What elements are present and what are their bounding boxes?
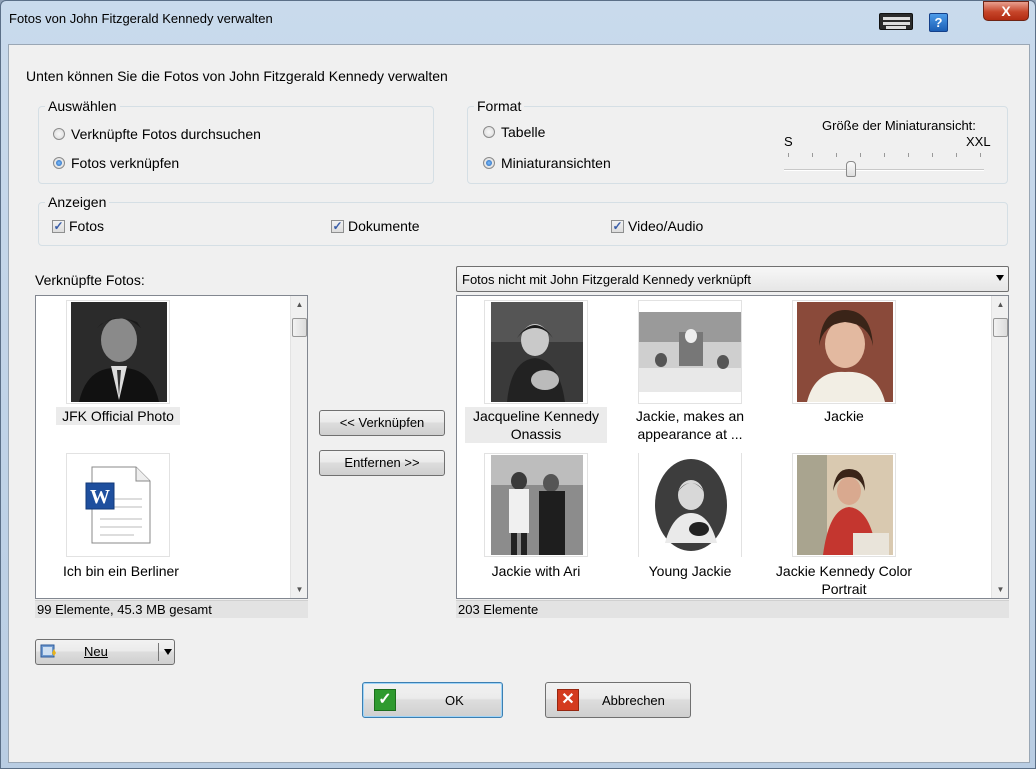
- svg-text:W: W: [90, 486, 110, 508]
- list-item-thumbnail[interactable]: [792, 300, 896, 404]
- x-icon: ✕: [557, 689, 579, 711]
- radio-table-label: Tabelle: [501, 124, 546, 140]
- list-item-caption-text: Jacqueline Kennedy Onassis: [472, 408, 600, 442]
- scroll-down-arrow-icon[interactable]: ▼: [992, 585, 1009, 594]
- scroll-up-arrow-icon[interactable]: ▲: [291, 300, 308, 309]
- jackie-with-ari-photo-image: [491, 455, 583, 555]
- radio-browse-linked-dot[interactable]: [53, 128, 65, 140]
- list-item-caption-text: Jackie, makes an appearance at ...: [635, 408, 745, 442]
- linked-photos-list[interactable]: JFK Official Photo W Ich bin ein Berline…: [35, 295, 308, 599]
- close-button[interactable]: X: [983, 1, 1029, 21]
- show-group: Anzeigen: [38, 194, 1008, 246]
- title-bar: Fotos von John Fitzgerald Kennedy verwal…: [1, 1, 1035, 35]
- radio-link-photos-label: Fotos verknüpfen: [71, 155, 180, 171]
- radio-link-photos[interactable]: Fotos verknüpfen: [53, 155, 179, 171]
- list-item-caption[interactable]: Young Jackie: [625, 562, 755, 580]
- checkbox-video-audio-label: Video/Audio: [628, 218, 704, 234]
- radio-link-photos-dot[interactable]: [53, 157, 65, 169]
- radio-table[interactable]: Tabelle: [483, 124, 545, 140]
- show-group-legend: Anzeigen: [45, 194, 110, 210]
- list-item-caption[interactable]: Jackie: [774, 407, 914, 425]
- list-item-thumbnail[interactable]: [792, 453, 896, 557]
- radio-browse-linked[interactable]: Verknüpfte Fotos durchsuchen: [53, 126, 261, 142]
- cancel-button-label: Abbrechen: [602, 693, 665, 708]
- linked-status-bar: 99 Elemente, 45.3 MB gesamt: [35, 600, 308, 618]
- unlinked-status-bar: 203 Elemente: [456, 600, 1009, 618]
- window-title: Fotos von John Fitzgerald Kennedy verwal…: [9, 11, 273, 26]
- linked-photos-label: Verknüpfte Fotos:: [35, 272, 145, 288]
- jackie-photo-image: [797, 302, 893, 402]
- select-group: Auswählen: [38, 98, 434, 184]
- jfk-photo-image: [71, 302, 167, 402]
- checkbox-video-audio[interactable]: ✓ Video/Audio: [611, 218, 703, 234]
- help-button[interactable]: ?: [929, 13, 948, 32]
- check-icon: ✓: [374, 689, 396, 711]
- list-item-thumbnail[interactable]: [638, 300, 742, 404]
- format-group-legend: Format: [474, 98, 525, 114]
- list-item-caption[interactable]: Jackie with Ari: [465, 562, 607, 580]
- new-button-label[interactable]: Neu: [84, 644, 108, 659]
- scroll-up-arrow-icon[interactable]: ▲: [992, 300, 1009, 309]
- word-document-icon: W: [85, 466, 151, 544]
- checkbox-documents-label: Dokumente: [348, 218, 420, 234]
- scrollbar-thumb[interactable]: [292, 318, 307, 337]
- ok-button-label: OK: [445, 693, 464, 708]
- list-item-caption[interactable]: Ich bin ein Berliner: [46, 562, 196, 580]
- select-group-legend: Auswählen: [45, 98, 120, 114]
- checkbox-photos-label: Fotos: [69, 218, 105, 234]
- scrollbar-thumb[interactable]: [993, 318, 1008, 337]
- jacqueline-photo-image: [491, 302, 583, 402]
- list-item-thumbnail[interactable]: [66, 300, 170, 404]
- list-item-thumbnail[interactable]: [484, 300, 588, 404]
- list-item-thumbnail[interactable]: [484, 453, 588, 557]
- keyboard-icon[interactable]: [879, 13, 913, 30]
- ok-button[interactable]: ✓ OK: [362, 682, 503, 718]
- new-photo-icon: [40, 644, 57, 660]
- list-item-thumbnail[interactable]: [638, 453, 742, 557]
- thumb-size-min-label: S: [784, 134, 793, 149]
- jackie-color-portrait-image: [797, 455, 893, 555]
- list-item-thumbnail[interactable]: W: [66, 453, 170, 557]
- link-button[interactable]: << Verknüpfen: [319, 410, 445, 436]
- checkbox-photos[interactable]: ✓ Fotos: [52, 218, 104, 234]
- checkbox-video-audio-box[interactable]: ✓: [611, 219, 624, 233]
- thumb-size-slider-handle[interactable]: [846, 161, 856, 177]
- radio-table-dot[interactable]: [483, 126, 495, 138]
- thumb-size-slider[interactable]: [784, 150, 984, 177]
- jackie-appearance-photo-image: [639, 312, 741, 392]
- thumb-size-label: Größe der Miniaturansicht:: [822, 118, 976, 133]
- cancel-button[interactable]: ✕ Abbrechen: [545, 682, 691, 718]
- list-item-caption[interactable]: Jacqueline Kennedy Onassis: [465, 407, 607, 443]
- new-split-button[interactable]: Neu: [35, 639, 175, 665]
- linked-list-scrollbar[interactable]: ▲ ▼: [290, 296, 307, 598]
- radio-browse-linked-label: Verknüpfte Fotos durchsuchen: [71, 126, 261, 142]
- filter-dropdown[interactable]: Fotos nicht mit John Fitzgerald Kennedy …: [456, 266, 1009, 292]
- checkbox-photos-box[interactable]: ✓: [52, 219, 65, 233]
- checkbox-documents[interactable]: ✓ Dokumente: [331, 218, 420, 234]
- filter-dropdown-value: Fotos nicht mit John Fitzgerald Kennedy …: [462, 272, 752, 287]
- chevron-down-icon[interactable]: [996, 275, 1004, 281]
- thumb-size-max-label: XXL: [966, 134, 991, 149]
- chevron-down-icon[interactable]: [164, 649, 172, 655]
- intro-text: Unten können Sie die Fotos von John Fitz…: [26, 68, 448, 84]
- list-item-caption[interactable]: Jackie, makes an appearance at ...: [615, 407, 765, 443]
- list-item-caption[interactable]: JFK Official Photo: [56, 407, 180, 425]
- unlinked-photos-list[interactable]: Jacqueline Kennedy Onassis Jackie, makes…: [456, 295, 1009, 599]
- radio-thumbnails[interactable]: Miniaturansichten: [483, 155, 611, 171]
- remove-button[interactable]: Entfernen >>: [319, 450, 445, 476]
- unlinked-list-scrollbar[interactable]: ▲ ▼: [991, 296, 1008, 598]
- list-item-caption[interactable]: Jackie Kennedy Color Portrait: [764, 562, 924, 598]
- scroll-down-arrow-icon[interactable]: ▼: [291, 585, 308, 594]
- checkbox-documents-box[interactable]: ✓: [331, 219, 344, 233]
- radio-thumbnails-dot[interactable]: [483, 157, 495, 169]
- young-jackie-photo-image: [639, 453, 741, 557]
- radio-thumbnails-label: Miniaturansichten: [501, 155, 611, 171]
